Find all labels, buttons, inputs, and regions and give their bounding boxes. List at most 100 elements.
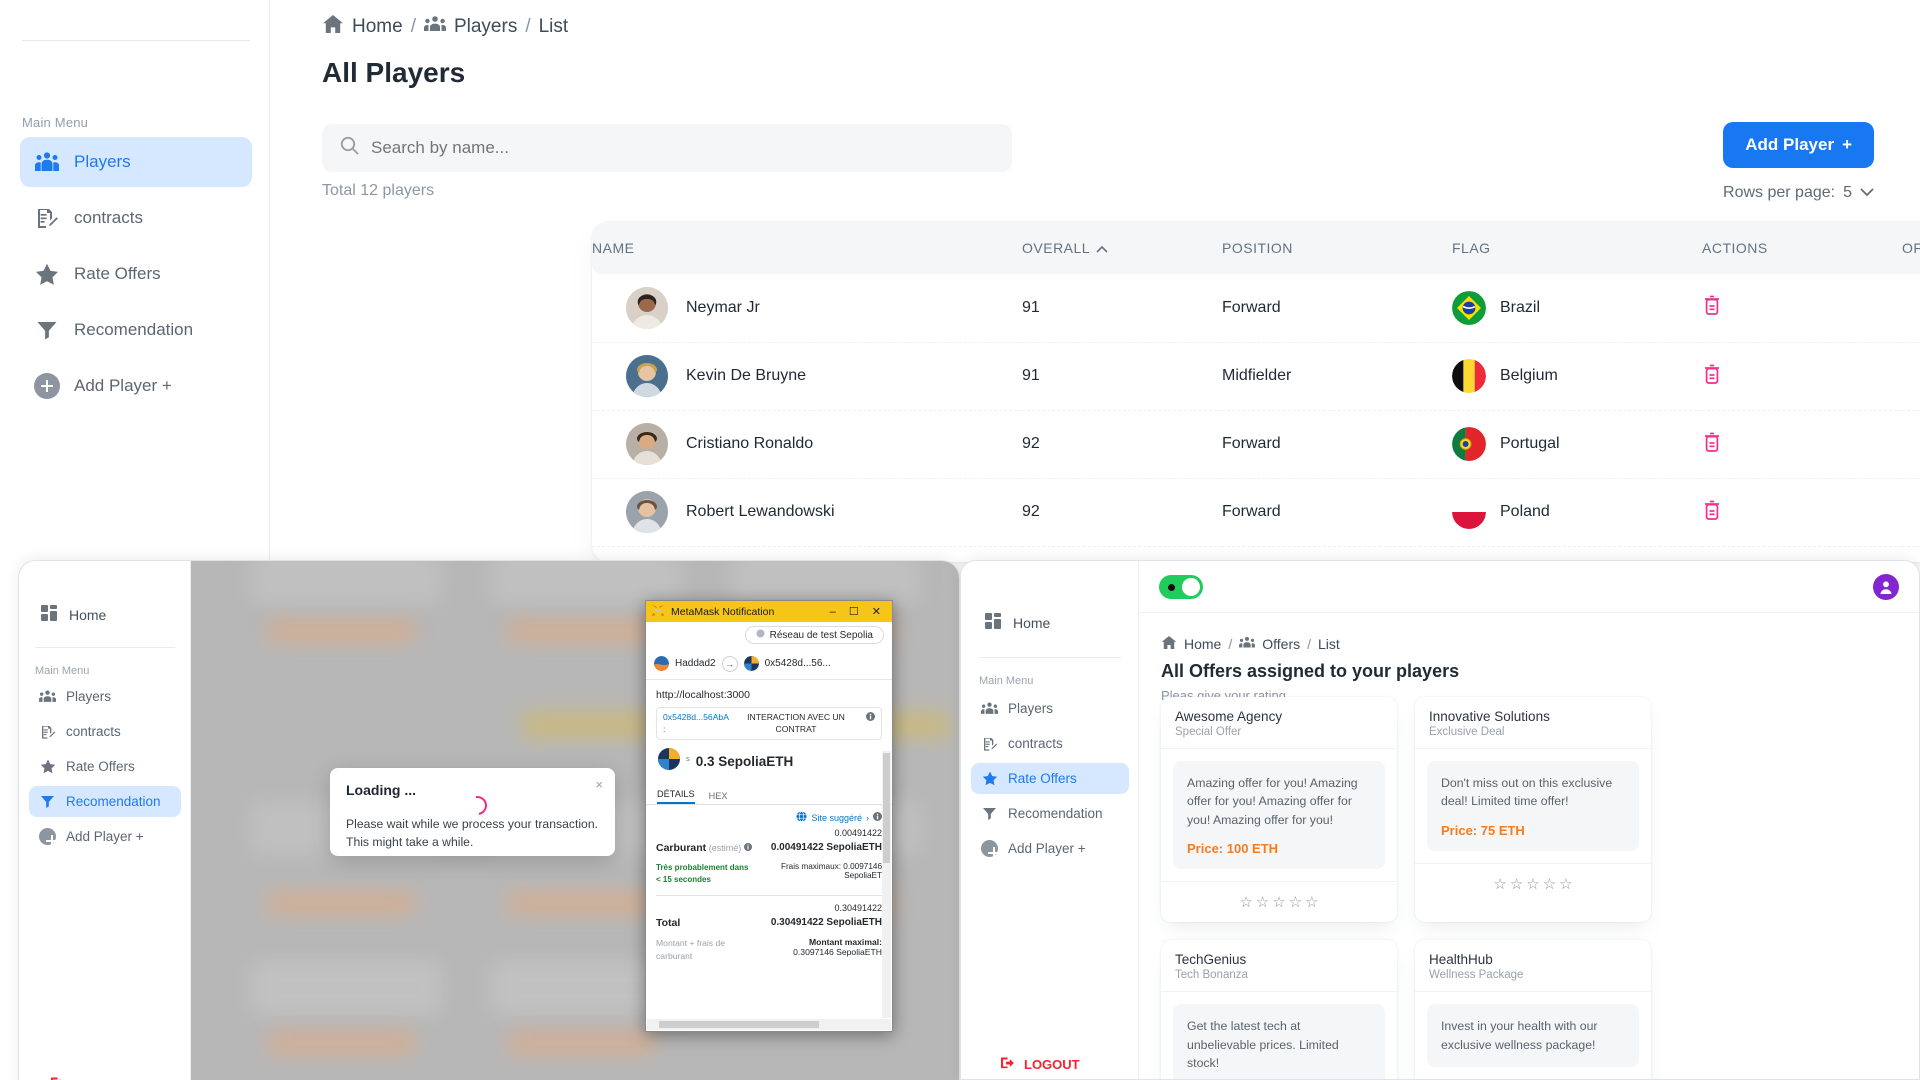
table-row[interactable]: Robert Lewandowski 92 Forward Poland: [592, 478, 1920, 547]
offer-rating: ★ ★ ★ ★ 4.7: [1902, 375, 1920, 399]
sidebar-item-contracts[interactable]: contracts: [971, 728, 1129, 759]
sidebar-item-players[interactable]: Players: [20, 137, 252, 187]
total-value-top: 0.30491422: [834, 903, 882, 914]
breadcrumb-section[interactable]: Players: [454, 16, 517, 38]
offer-kind: Tech Bonanza: [1175, 969, 1248, 982]
col-name[interactable]: NAME: [592, 222, 1022, 274]
table-row[interactable]: Neymar Jr 91 Forward Brazil: [592, 274, 1920, 343]
star-empty[interactable]: ☆: [1559, 875, 1572, 893]
offer-card[interactable]: TechGenius Tech Bonanza Get the latest t…: [1161, 940, 1397, 1079]
breadcrumb-home[interactable]: Home: [352, 16, 403, 38]
sidebar-item-rate-offers[interactable]: Rate Offers: [971, 763, 1129, 794]
sidebar-item-add-player[interactable]: Add Player +: [29, 821, 181, 852]
sidebar-item-contracts[interactable]: contracts: [29, 716, 181, 747]
star-empty[interactable]: ☆: [1543, 875, 1556, 893]
star-empty[interactable]: ☆: [1239, 893, 1252, 911]
info-icon[interactable]: [866, 712, 875, 725]
sidebar-item-recomendation[interactable]: Recomendation: [20, 305, 252, 355]
offer-rating-stars[interactable]: ☆ ☆ ☆ ☆ ☆: [1415, 862, 1651, 904]
sidebar-home[interactable]: Home: [41, 605, 106, 624]
sidebar-item-contracts[interactable]: contracts: [20, 193, 252, 243]
logout-button[interactable]: LOGOUT: [1001, 1056, 1080, 1073]
star-empty[interactable]: ☆: [1272, 893, 1285, 911]
close-icon[interactable]: ×: [595, 777, 603, 792]
sidebar-item-players[interactable]: Players: [971, 693, 1129, 724]
edit-offer-icon[interactable]: [1902, 499, 1920, 526]
metamask-total-top: 0.30491422: [646, 901, 892, 915]
tab-hex[interactable]: HEX: [709, 791, 728, 804]
logout-button[interactable]: LOGOUT: [51, 1076, 130, 1080]
star-empty[interactable]: ☆: [1256, 893, 1269, 911]
star-empty[interactable]: ☆: [1510, 875, 1523, 893]
star-empty[interactable]: ☆: [1305, 893, 1318, 911]
offers-window: Home Main Menu Players contracts Rate Of…: [960, 560, 1920, 1080]
sidebar-item-add-player[interactable]: Add Player +: [971, 833, 1129, 864]
offer-agency: HealthHub: [1429, 952, 1493, 968]
search-input[interactable]: [371, 138, 994, 158]
offer-rating-stars[interactable]: ☆ ☆ ☆ ☆ ☆: [1161, 881, 1397, 922]
amount-value: 0.3 SepoliaETH: [695, 754, 794, 770]
edit-offer-icon[interactable]: [1902, 294, 1920, 321]
sidebar-item-recomendation[interactable]: Recomendation: [29, 786, 181, 817]
network-pill[interactable]: Réseau de test Sepolia: [744, 626, 884, 644]
chevron-down-icon[interactable]: [1860, 184, 1874, 202]
gas-value-top: 0.00491422: [834, 828, 882, 839]
table-row[interactable]: Cristiano Ronaldo 92 Forward Portugal: [592, 410, 1920, 479]
metamask-site-suggested[interactable]: Site suggéré ›: [646, 805, 892, 826]
minimize-icon[interactable]: –: [830, 606, 836, 618]
sidebar-item-label: contracts: [74, 208, 143, 227]
sidebar-item-players[interactable]: Players: [29, 681, 181, 712]
account-to-label: 0x5428d...56...: [764, 658, 831, 669]
max-amount-value: 0.3097146 SepoliaETH: [793, 947, 882, 958]
flag-portugal-icon: [1452, 427, 1486, 461]
sidebar-item-rate-offers[interactable]: Rate Offers: [29, 751, 181, 782]
player-country: Brazil: [1500, 298, 1541, 316]
info-icon[interactable]: [743, 843, 752, 853]
filter-icon: [34, 317, 60, 343]
offers-topbar: [1139, 561, 1919, 613]
close-icon[interactable]: ✕: [872, 605, 881, 618]
offer-card[interactable]: Awesome Agency Special Offer Amazing off…: [1161, 697, 1397, 923]
breadcrumb-sep: /: [410, 16, 416, 37]
table-row[interactable]: Kevin De Bruyne 91 Midfielder Belgium: [592, 342, 1920, 411]
offer-description: Don't miss out on this exclusive deal! L…: [1441, 776, 1613, 809]
offer-card[interactable]: Innovative Solutions Exclusive Deal Don'…: [1415, 697, 1651, 923]
delete-icon[interactable]: [1702, 432, 1722, 457]
rows-per-page[interactable]: Rows per page: 5: [1723, 184, 1874, 202]
info-icon[interactable]: [873, 812, 882, 823]
delete-icon[interactable]: [1702, 500, 1722, 525]
col-flag[interactable]: FLAG: [1452, 222, 1702, 274]
sidebar-item-recomendation[interactable]: Recomendation: [971, 798, 1129, 829]
vertical-scrollbar[interactable]: [882, 751, 891, 1018]
max-fee-label: Frais maximaux:: [780, 862, 842, 872]
star-empty[interactable]: ☆: [1289, 893, 1302, 911]
sidebar-item-label: Players: [1008, 701, 1054, 716]
theme-toggle[interactable]: [1159, 574, 1203, 599]
player-name: Kevin De Bruyne: [686, 367, 807, 384]
star-empty[interactable]: ☆: [1526, 875, 1539, 893]
home-icon: [1161, 635, 1177, 653]
breadcrumb-home[interactable]: Home: [1184, 636, 1221, 652]
horizontal-scrollbar[interactable]: [647, 1019, 891, 1030]
site-suggested-label: Site suggéré: [811, 812, 862, 823]
col-position[interactable]: POSITION: [1222, 222, 1452, 274]
delete-icon[interactable]: [1702, 364, 1722, 389]
avatar[interactable]: [1873, 573, 1899, 600]
sidebar-item-add-player[interactable]: Add Player +: [20, 361, 252, 411]
tab-details[interactable]: DÉTAILS: [657, 789, 695, 805]
star-icon: [981, 770, 998, 787]
col-overall[interactable]: OVERALL: [1022, 222, 1222, 274]
search-container[interactable]: [322, 124, 1012, 172]
sidebar-item-label: Recomendation: [66, 794, 161, 809]
delete-icon[interactable]: [1702, 295, 1722, 320]
maximize-icon[interactable]: ☐: [849, 605, 859, 618]
star-empty[interactable]: ☆: [1493, 875, 1506, 893]
sidebar-item-rate-offers[interactable]: Rate Offers: [20, 249, 252, 299]
sidebar-item-label: Rate Offers: [74, 264, 161, 283]
offer-card[interactable]: HealthHub Wellness Package Invest in you…: [1415, 940, 1651, 1079]
add-player-button[interactable]: Add Player +: [1723, 122, 1874, 168]
sidebar-item-label: contracts: [1008, 736, 1063, 751]
breadcrumb-section[interactable]: Offers: [1262, 636, 1300, 652]
offer-agency: TechGenius: [1175, 952, 1247, 968]
sidebar-home[interactable]: Home: [985, 613, 1050, 632]
